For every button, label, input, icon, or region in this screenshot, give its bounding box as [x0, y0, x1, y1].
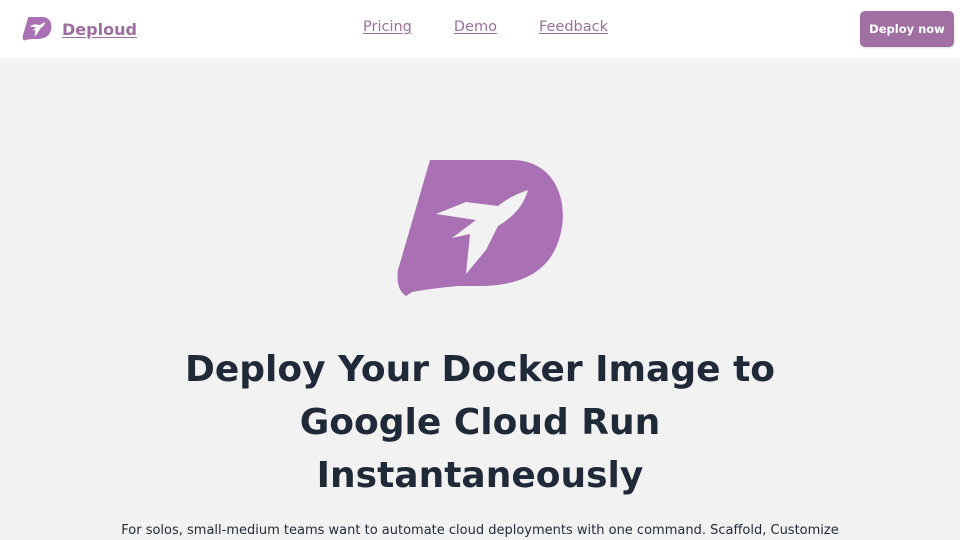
nav-links: Pricing Demo Feedback — [363, 19, 608, 35]
hero-subtitle: For solos, small-medium teams want to au… — [121, 523, 839, 538]
hero-title-line: Instantaneously — [316, 455, 644, 496]
nav-link-pricing[interactable]: Pricing — [363, 19, 412, 35]
brand-name: Deploud — [62, 19, 137, 39]
brand-home-link[interactable]: Deploud — [22, 16, 137, 42]
nav-link-demo[interactable]: Demo — [454, 19, 497, 35]
hero-title: Deploy Your Docker Image to Google Cloud… — [130, 343, 830, 502]
nav-link-feedback[interactable]: Feedback — [539, 19, 608, 35]
top-navbar: Deploud Pricing Demo Feedback Deploy now — [0, 0, 960, 58]
deploy-now-button[interactable]: Deploy now — [860, 11, 954, 47]
hero-rocket-d-logo-icon — [397, 160, 563, 296]
rocket-d-logo-icon — [22, 16, 52, 41]
hero-title-line: Google Cloud Run — [299, 402, 661, 443]
hero-title-line: Deploy Your Docker Image to — [184, 349, 776, 390]
